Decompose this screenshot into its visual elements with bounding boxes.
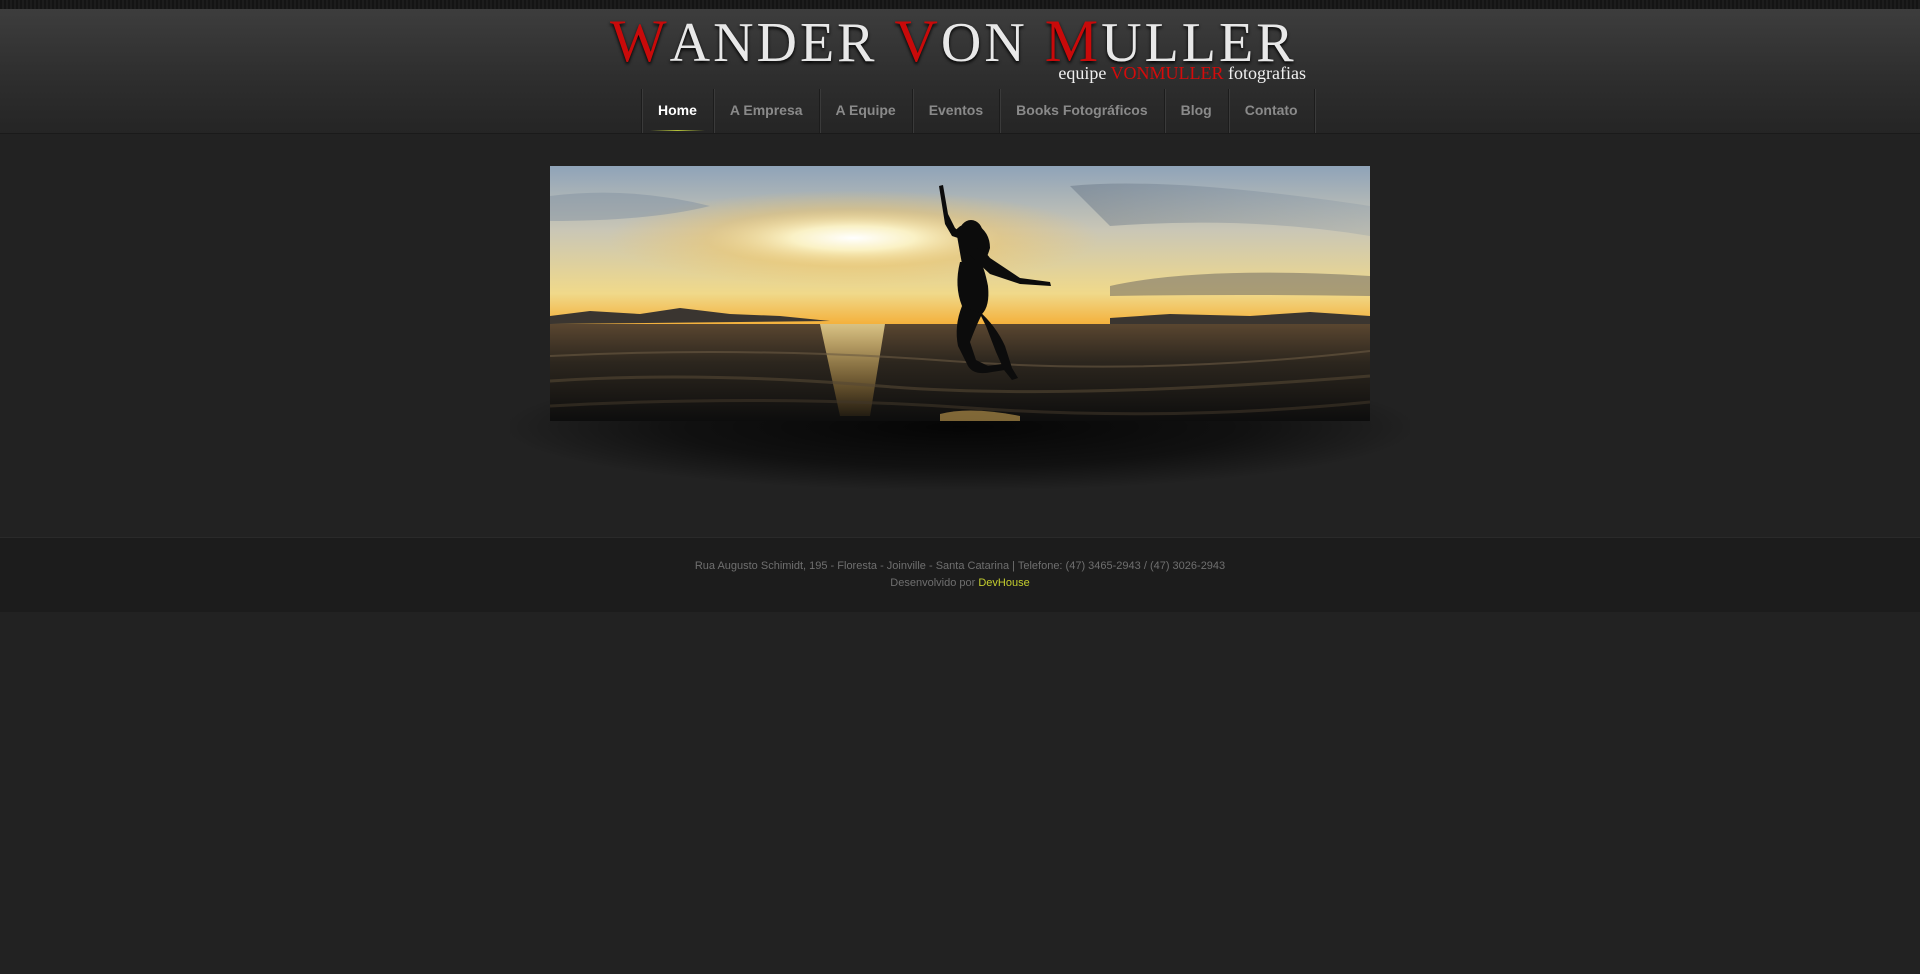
site-header: WANDER VON MULLER equipe VONMULLER fotog…	[0, 9, 1920, 134]
logo-subtitle-suffix: fotografias	[1228, 63, 1306, 83]
logo-cap-letter: V	[894, 8, 941, 74]
hero-banner-image[interactable]	[550, 166, 1370, 421]
nav-item-contato[interactable]: Contato	[1229, 89, 1315, 133]
footer-credits: Desenvolvido por DevHouse	[0, 577, 1920, 589]
site-logo[interactable]: WANDER VON MULLER equipe VONMULLER fotog…	[610, 9, 1310, 99]
sunset-jump-photo	[550, 166, 1370, 421]
logo-word-rest: ON	[940, 12, 1028, 74]
footer-developed-by: Desenvolvido por	[890, 577, 976, 589]
logo-subtitle-prefix: equipe	[1058, 63, 1107, 83]
logo-subtitle: equipe VONMULLER fotografias	[1058, 63, 1306, 84]
top-strip	[0, 0, 1920, 9]
footer-address: Rua Augusto Schimidt, 195 - Floresta - J…	[694, 560, 1226, 572]
nav-item-a-empresa[interactable]: A Empresa	[714, 89, 820, 133]
nav-item-blog[interactable]: Blog	[1165, 89, 1229, 133]
nav-item-a-equipe[interactable]: A Equipe	[820, 89, 913, 133]
site-footer: Rua Augusto Schimidt, 195 - Floresta - J…	[0, 537, 1920, 612]
nav-item-home[interactable]: Home	[642, 89, 714, 133]
logo-cap-letter: W	[610, 8, 670, 74]
logo-subtitle-highlight: VONMULLER	[1110, 63, 1224, 83]
nav-item-eventos[interactable]: Eventos	[913, 89, 1001, 133]
main-nav: Home A Empresa A Equipe Eventos Books Fo…	[641, 89, 1315, 133]
developer-link[interactable]: DevHouse	[978, 577, 1029, 589]
nav-item-books-fotograficos[interactable]: Books Fotográficos	[1000, 89, 1165, 133]
logo-word-rest: ANDER	[669, 12, 878, 74]
